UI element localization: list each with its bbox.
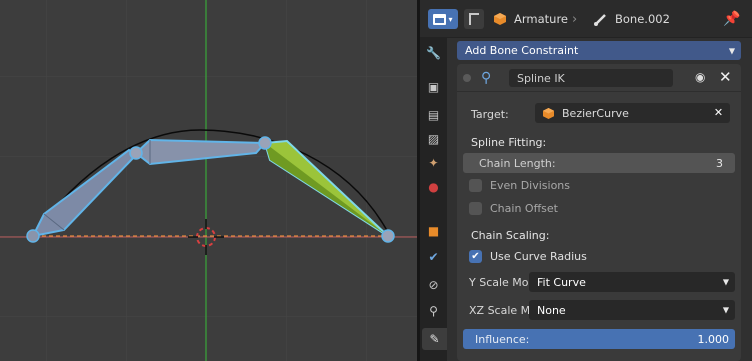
tab-object-data[interactable]: ⚲ xyxy=(422,300,445,322)
chevron-down-icon: ▾ xyxy=(448,14,453,24)
properties-tabs: 🔧 ▣ ▤ ▨ ✦ ● ■ ✔ ⊘ ⚲ ✎ xyxy=(420,38,447,361)
render-icon: ▣ xyxy=(427,80,440,94)
bone-icon: ✎ xyxy=(429,332,440,346)
xz-scale-mode-label: XZ Scale M.. xyxy=(469,304,538,317)
viewport-canvas[interactable] xyxy=(0,0,417,361)
spline-ik-icon: ⚲ xyxy=(481,70,492,86)
spline-fitting-heading: Spline Fitting: xyxy=(471,136,547,149)
chain-length-value: 3 xyxy=(716,156,723,170)
constraint-name-value: Spline IK xyxy=(517,71,565,85)
output-icon: ▤ xyxy=(427,108,440,122)
scene-icon: ✦ xyxy=(428,156,439,170)
editor-type-button[interactable]: ▾ xyxy=(428,9,458,29)
drag-handle-icon[interactable] xyxy=(463,74,471,82)
tool-icon: 🔧 xyxy=(426,46,441,60)
target-value: BezierCurve xyxy=(562,106,629,120)
tab-output[interactable]: ▤ xyxy=(422,104,445,126)
chain-scaling-heading: Chain Scaling: xyxy=(471,229,550,242)
chevron-down-icon: ▼ xyxy=(728,46,735,55)
3d-viewport[interactable] xyxy=(0,0,417,361)
bone-icon xyxy=(594,13,606,26)
influence-value: 1.000 xyxy=(697,332,730,346)
constraint-name-field[interactable]: Spline IK xyxy=(509,69,673,87)
spline-ik-panel: ⚲ Spline IK ◉ ✕ Target: BezierCurve ✕ Sp… xyxy=(457,64,741,361)
xz-scale-mode-dropdown[interactable]: None ▼ xyxy=(529,300,735,320)
wrench-icon: ✔ xyxy=(428,250,439,264)
target-field[interactable]: BezierCurve ✕ xyxy=(535,103,730,123)
properties-editor-icon xyxy=(433,13,447,25)
influence-label: Influence: xyxy=(475,332,530,346)
close-icon[interactable]: ✕ xyxy=(719,68,732,86)
outliner-toggle-button[interactable] xyxy=(464,9,484,29)
properties-content: Add Bone Constraint ▼ ⚲ Spline IK ◉ ✕ Ta… xyxy=(447,38,752,361)
properties-editor: ▾ Armature › Bone.002 📌 🔧 ▣ ▤ ▨ ✦ ● ■ ✔ … xyxy=(420,0,752,361)
object-cube-icon xyxy=(543,107,554,119)
tab-object[interactable]: ■ xyxy=(422,220,445,242)
properties-header: ▾ Armature › Bone.002 📌 xyxy=(420,0,752,38)
tab-constraints[interactable]: ⊘ xyxy=(422,274,445,296)
use-curve-radius-label: Use Curve Radius xyxy=(490,249,587,263)
constraint-header[interactable]: ⚲ Spline IK ◉ ✕ xyxy=(457,64,741,92)
add-bone-constraint-dropdown[interactable]: Add Bone Constraint ▼ xyxy=(457,41,741,60)
list-icon xyxy=(469,13,479,25)
y-scale-mode-value: Fit Curve xyxy=(537,275,586,289)
tab-modifiers[interactable]: ✔ xyxy=(422,246,445,268)
object-cube-icon xyxy=(494,13,506,25)
world-icon: ● xyxy=(428,180,439,194)
pin-icon[interactable]: 📌 xyxy=(722,9,742,29)
chain-length-label: Chain Length: xyxy=(479,156,556,170)
chain-offset-checkbox[interactable]: Chain Offset xyxy=(469,200,558,216)
chevron-down-icon: ▼ xyxy=(722,305,729,315)
add-bone-constraint-label: Add Bone Constraint xyxy=(465,44,579,57)
even-divisions-checkbox[interactable]: Even Divisions xyxy=(469,177,570,193)
target-label: Target: xyxy=(471,108,509,121)
chain-length-field[interactable]: Chain Length: 3 xyxy=(463,153,735,173)
tab-view-layer[interactable]: ▨ xyxy=(422,128,445,150)
constraint-icon: ⊘ xyxy=(428,278,439,292)
checkbox-box[interactable] xyxy=(469,201,482,215)
tab-scene[interactable]: ✦ xyxy=(422,152,445,174)
breadcrumb-bone[interactable]: Bone.002 xyxy=(594,10,670,28)
breadcrumb-object-label: Armature xyxy=(514,12,568,26)
checkbox-box[interactable] xyxy=(469,178,482,192)
view-layer-icon: ▨ xyxy=(427,132,440,146)
tab-tool[interactable]: 🔧 xyxy=(422,42,445,64)
y-scale-mode-label: Y Scale Mo.. xyxy=(469,276,536,289)
influence-slider[interactable]: Influence: 1.000 xyxy=(463,329,735,349)
tab-render[interactable]: ▣ xyxy=(422,76,445,98)
breadcrumb-separator: › xyxy=(572,11,578,27)
checkmark-icon[interactable]: ✔ xyxy=(469,249,482,263)
eye-icon[interactable]: ◉ xyxy=(695,70,705,84)
tab-world[interactable]: ● xyxy=(422,176,445,198)
clear-target-icon[interactable]: ✕ xyxy=(712,106,725,119)
chevron-down-icon: ▼ xyxy=(722,277,729,287)
chain-offset-label: Chain Offset xyxy=(490,201,558,215)
grid-floor xyxy=(0,0,417,361)
xz-scale-mode-value: None xyxy=(537,303,566,317)
y-scale-mode-dropdown[interactable]: Fit Curve ▼ xyxy=(529,272,735,292)
object-icon: ■ xyxy=(427,224,440,238)
breadcrumb-bone-label: Bone.002 xyxy=(615,12,670,26)
even-divisions-label: Even Divisions xyxy=(490,178,571,192)
tab-bone-constraints[interactable]: ✎ xyxy=(422,328,447,350)
use-curve-radius-checkbox[interactable]: ✔ Use Curve Radius xyxy=(469,248,587,264)
armature-icon: ⚲ xyxy=(429,304,438,318)
breadcrumb-object[interactable]: Armature xyxy=(494,10,568,28)
